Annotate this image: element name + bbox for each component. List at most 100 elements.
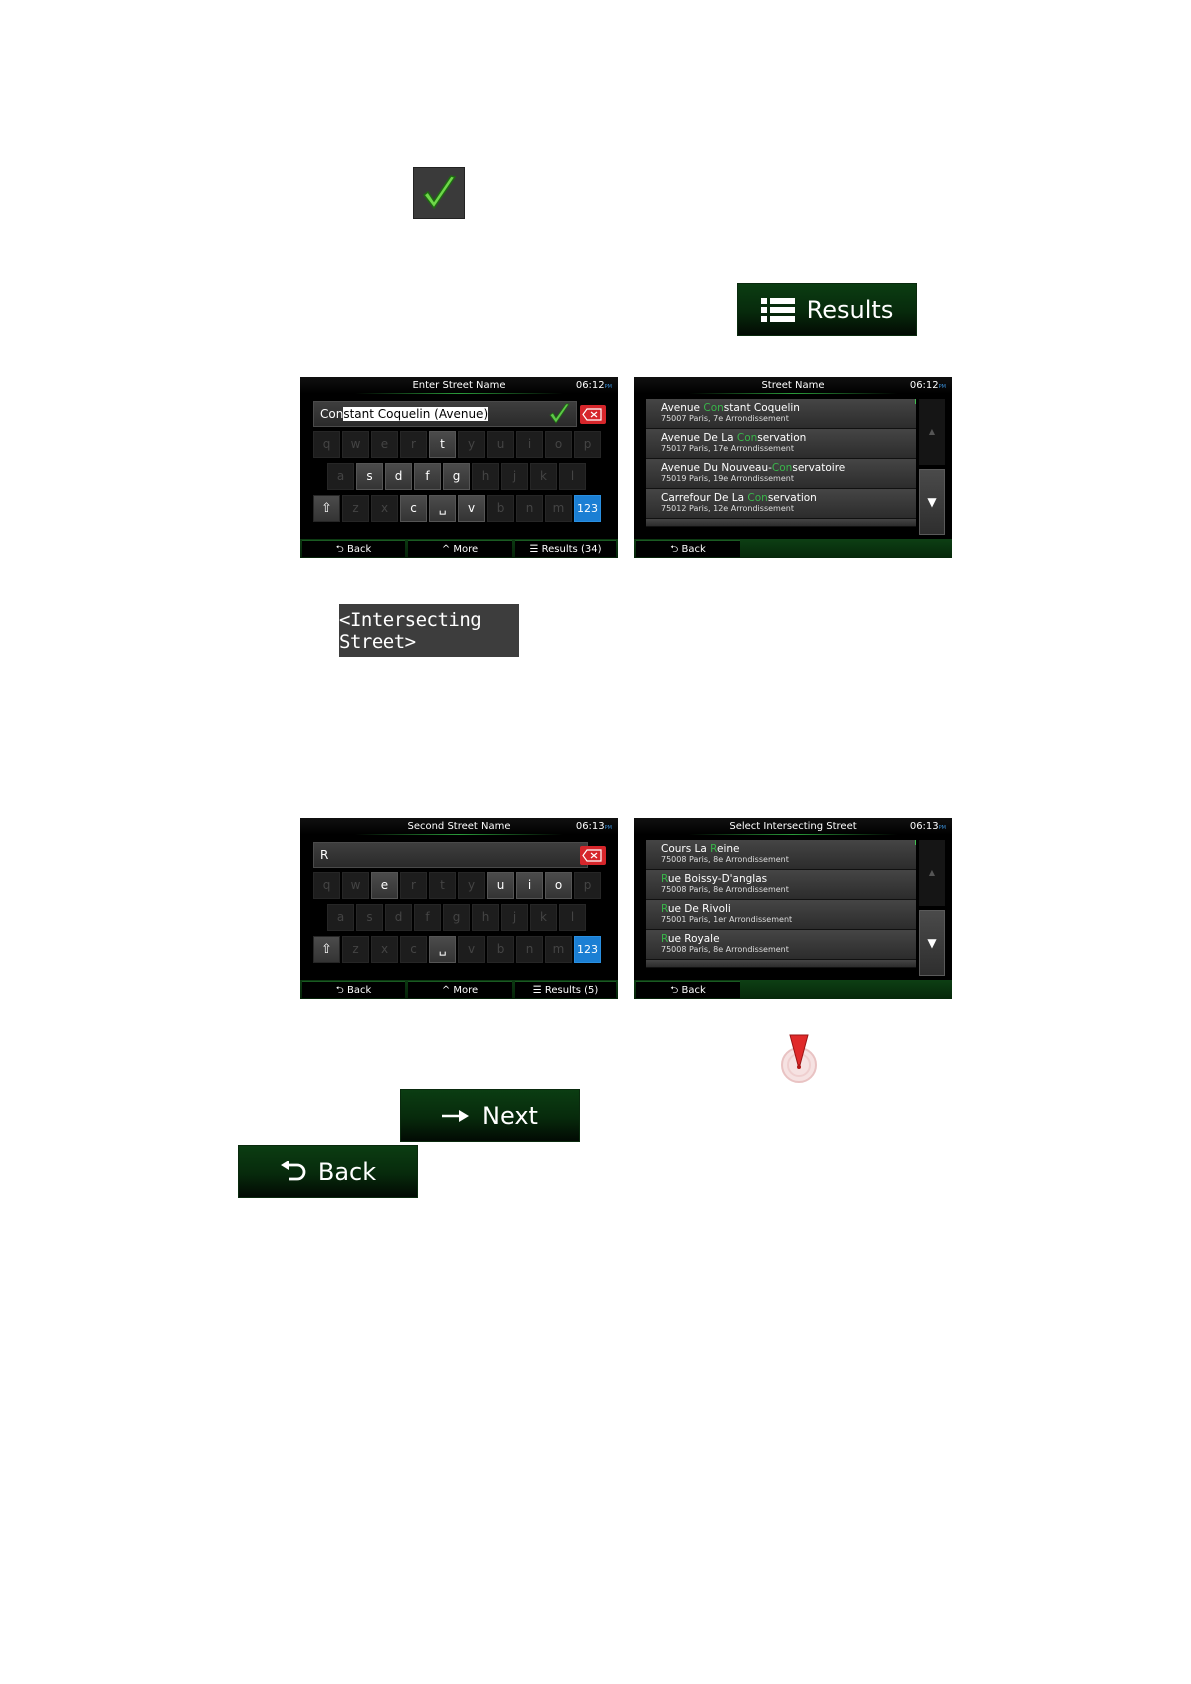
street-name-input[interactable]: Constant Coquelin (Avenue) — [313, 401, 577, 427]
key-v[interactable]: v — [458, 495, 485, 522]
key-j[interactable]: j — [501, 463, 528, 490]
more-button[interactable]: ^ More — [408, 981, 512, 998]
triangle-down-icon: ▼ — [927, 936, 937, 950]
backspace-button[interactable] — [580, 846, 606, 865]
shift-icon: ⇧ — [321, 501, 332, 516]
key-u[interactable]: u — [487, 872, 514, 899]
key-i[interactable]: i — [516, 872, 543, 899]
key-m[interactable]: m — [545, 936, 572, 963]
key-z[interactable]: z — [342, 936, 369, 963]
screen-title: Select Intersecting Street — [729, 821, 857, 832]
key-n[interactable]: n — [516, 495, 543, 522]
key-s[interactable]: s — [356, 463, 383, 490]
key-y[interactable]: y — [458, 431, 485, 458]
key-j[interactable]: j — [501, 904, 528, 931]
key-o[interactable]: o — [545, 431, 572, 458]
key-f[interactable]: f — [414, 463, 441, 490]
key-m[interactable]: m — [545, 495, 572, 522]
list-item[interactable]: Avenue Constant Coquelin 75007 Paris, 7e … — [646, 399, 916, 429]
back-button[interactable]: ⮌ Back — [302, 981, 405, 998]
clock: 06:13PM — [909, 821, 946, 832]
key-r[interactable]: r — [400, 872, 427, 899]
scroll-down-button[interactable]: ▼ — [919, 910, 945, 976]
key-e[interactable]: e — [371, 431, 398, 458]
key-x[interactable]: x — [371, 495, 398, 522]
screen-enter-street-name: Enter Street Name 06:12PM Constant Coque… — [300, 377, 618, 558]
more-button[interactable]: ^ More — [408, 540, 512, 557]
key-w[interactable]: w — [342, 872, 369, 899]
key-w[interactable]: w — [342, 431, 369, 458]
key-o[interactable]: o — [545, 872, 572, 899]
back-button[interactable]: ⮌ Back — [636, 981, 740, 998]
key-k[interactable]: k — [530, 463, 557, 490]
back-button[interactable]: ⮌ Back — [636, 540, 740, 557]
map-pin-icon — [781, 1034, 817, 1083]
key-l[interactable]: l — [559, 463, 586, 490]
key-q[interactable]: q — [313, 431, 340, 458]
bottom-bar: ⮌ Back ^ More ☰ Results (5) — [300, 980, 618, 999]
key-i[interactable]: i — [516, 431, 543, 458]
key-e[interactable]: e — [371, 872, 398, 899]
scroll-up-button[interactable]: ▲ — [919, 399, 945, 465]
numeric-key[interactable]: 123 — [574, 936, 601, 963]
list-item[interactable]: Avenue De La Conservation 75017 Paris, 17… — [646, 429, 916, 459]
scroll-up-button[interactable]: ▲ — [919, 840, 945, 906]
backspace-icon — [582, 408, 602, 421]
key-s[interactable]: s — [356, 904, 383, 931]
space-icon: ␣ — [438, 501, 447, 515]
key-f[interactable]: f — [414, 904, 441, 931]
key-t[interactable]: t — [429, 431, 456, 458]
list-item[interactable]: Carrefour De La Conservation 75012 Paris,… — [646, 489, 916, 519]
key-d[interactable]: d — [385, 463, 412, 490]
key-k[interactable]: k — [530, 904, 557, 931]
key-z[interactable]: z — [342, 495, 369, 522]
key-v[interactable]: v — [458, 936, 485, 963]
shift-key[interactable]: ⇧ — [313, 495, 340, 522]
list-item[interactable]: Rue Royale 75008 Paris, 8e Arrondissement — [646, 930, 916, 960]
screen-select-intersecting-street: Select Intersecting Street 06:13PM Cours… — [634, 818, 952, 999]
key-q[interactable]: q — [313, 872, 340, 899]
key-y[interactable]: y — [458, 872, 485, 899]
key-l[interactable]: l — [559, 904, 586, 931]
street-name-input[interactable]: R — [313, 842, 588, 868]
next-button-label: Next — [482, 1101, 538, 1130]
back-button[interactable]: ⮌ Back — [302, 540, 405, 557]
numeric-key[interactable]: 123 — [574, 495, 601, 522]
list-item[interactable]: Avenue Du Nouveau-Conservatoire 75019 Par… — [646, 459, 916, 489]
results-button[interactable]: ☰ Results (34) — [515, 540, 616, 557]
key-b[interactable]: b — [487, 495, 514, 522]
list-item[interactable]: Rue Boissy-D'anglas 75008 Paris, 8e Arron… — [646, 870, 916, 900]
bottom-bar-left: ⮌ Back — [634, 980, 740, 999]
backspace-button[interactable] — [580, 405, 606, 424]
key-g[interactable]: g — [443, 463, 470, 490]
key-x[interactable]: x — [371, 936, 398, 963]
key-c[interactable]: c — [400, 936, 427, 963]
key-a[interactable]: a — [327, 904, 354, 931]
keyboard-row-2: a s d f g h j k l — [300, 463, 618, 491]
scroll-down-button[interactable]: ▼ — [919, 469, 945, 535]
key-t[interactable]: t — [429, 872, 456, 899]
key-c[interactable]: c — [400, 495, 427, 522]
key-g[interactable]: g — [443, 904, 470, 931]
key-r[interactable]: r — [400, 431, 427, 458]
key-u[interactable]: u — [487, 431, 514, 458]
space-key[interactable]: ␣ — [429, 936, 456, 963]
list-item[interactable]: Rue De Rivoli 75001 Paris, 1er Arrondisse… — [646, 900, 916, 930]
results-button[interactable]: ☰ Results (5) — [515, 981, 616, 998]
key-h[interactable]: h — [472, 904, 499, 931]
key-d[interactable]: d — [385, 904, 412, 931]
list-item[interactable]: Cours La Reine 75008 Paris, 8e Arrondisse… — [646, 840, 916, 870]
shift-key[interactable]: ⇧ — [313, 936, 340, 963]
space-key[interactable]: ␣ — [429, 495, 456, 522]
results-button: Results — [737, 283, 917, 336]
key-b[interactable]: b — [487, 936, 514, 963]
key-h[interactable]: h — [472, 463, 499, 490]
back-button-label: Back — [317, 1157, 377, 1186]
key-a[interactable]: a — [327, 463, 354, 490]
screen-title: Second Street Name — [407, 821, 511, 832]
checkmark-icon[interactable] — [546, 401, 572, 427]
clock: 06:12PM — [575, 380, 612, 391]
key-n[interactable]: n — [516, 936, 543, 963]
key-p[interactable]: p — [574, 872, 601, 899]
key-p[interactable]: p — [574, 431, 601, 458]
